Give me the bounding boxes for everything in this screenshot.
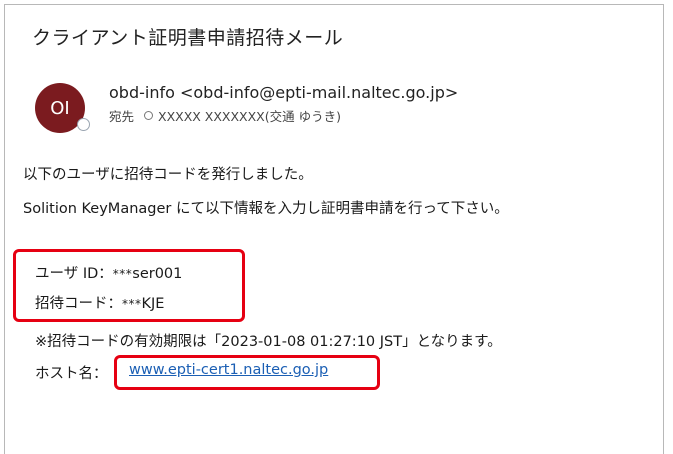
- user-id-value: ser001: [132, 266, 183, 282]
- sender-address[interactable]: obd-info <obd-info@epti-mail.naltec.go.j…: [109, 83, 458, 102]
- to-label: 宛先: [109, 109, 135, 124]
- email-subject: クライアント証明書申請招待メール: [32, 27, 344, 49]
- user-id-label: ユーザ ID：: [35, 266, 113, 282]
- recipient-row: 宛先 XXXXX XXXXXXX(交通 ゆうき): [109, 106, 341, 125]
- user-id-line: ユーザ ID：***ser001: [35, 262, 182, 283]
- invite-code-mask: ***: [122, 297, 142, 311]
- expiry-note: ※招待コードの有効期限は「2023-01-08 01:27:10 JST」となり…: [35, 334, 502, 350]
- body-line-1: 以下のユーザに招待コードを発行しました。: [23, 167, 313, 183]
- host-label: ホスト名：: [35, 366, 108, 382]
- invite-code-label: 招待コード：: [35, 296, 122, 312]
- invite-code-value: KJE: [141, 296, 165, 312]
- host-link[interactable]: www.epti-cert1.naltec.go.jp: [129, 362, 328, 378]
- recipient[interactable]: XXXXX XXXXXXX(交通 ゆうき): [144, 106, 341, 125]
- presence-ring-icon: [144, 111, 154, 120]
- recipient-name: XXXXX XXXXXXX(交通 ゆうき): [158, 109, 341, 124]
- user-id-mask: ***: [112, 267, 133, 281]
- presence-status-icon: [77, 118, 90, 131]
- invite-code-line: 招待コード：***KJE: [35, 292, 164, 313]
- avatar-initials: OI: [50, 97, 70, 119]
- body-line-2: Solition KeyManager にて以下情報を入力し証明書申請を行って下…: [23, 201, 509, 217]
